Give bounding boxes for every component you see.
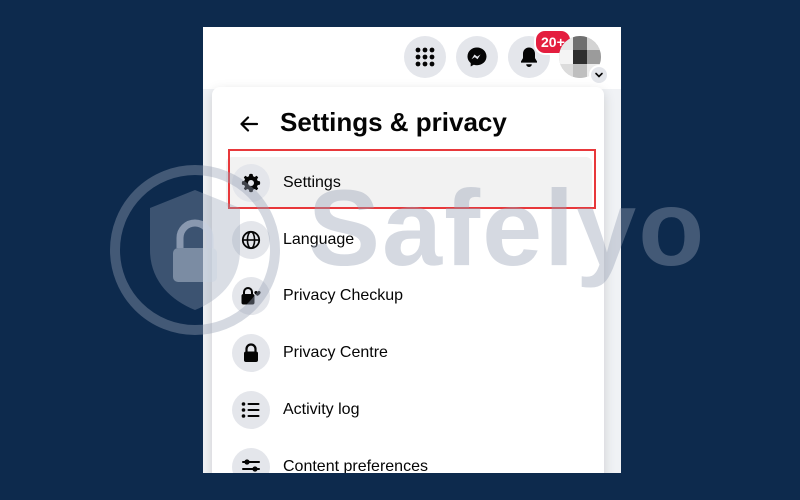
- menu-item-settings[interactable]: Settings: [226, 157, 592, 209]
- list-icon: [241, 402, 260, 418]
- menu-item-privacy-checkup[interactable]: Privacy Checkup: [226, 270, 592, 322]
- menu-item-activity-log[interactable]: Activity log: [226, 384, 592, 436]
- sliders-icon: [242, 459, 260, 472]
- menu-item-label: Content preferences: [283, 458, 428, 473]
- lock-heart-icon-wrap: [232, 277, 270, 315]
- menu-button[interactable]: [404, 36, 446, 78]
- back-button[interactable]: [234, 109, 264, 139]
- menu-item-label: Privacy Centre: [283, 344, 388, 361]
- menu-item-label: Activity log: [283, 401, 360, 418]
- menu-item-label: Language: [283, 231, 355, 248]
- menu-item-privacy-centre[interactable]: Privacy Centre: [226, 327, 592, 379]
- gear-icon-wrap: [232, 164, 270, 202]
- menu-item-label: Settings: [283, 174, 341, 191]
- lock-heart-icon: [241, 287, 261, 305]
- account-menu-toggle[interactable]: [589, 65, 609, 85]
- gear-icon: [241, 173, 261, 193]
- top-navigation-bar: 20+: [203, 27, 621, 89]
- back-arrow-icon: [240, 116, 259, 132]
- settings-privacy-panel: Settings & privacy Settings Language Pri…: [212, 87, 604, 473]
- chevron-down-icon: [595, 72, 603, 78]
- messenger-icon: [467, 47, 487, 67]
- lock-icon-wrap: [232, 334, 270, 372]
- menu-item-content-preferences[interactable]: Content preferences: [226, 441, 592, 473]
- globe-icon: [241, 230, 261, 250]
- sliders-icon-wrap: [232, 448, 270, 473]
- menu-item-language[interactable]: Language: [226, 214, 592, 266]
- apps-grid-icon: [415, 47, 435, 67]
- lock-icon: [244, 343, 258, 362]
- messenger-button[interactable]: [456, 36, 498, 78]
- globe-icon-wrap: [232, 221, 270, 259]
- facebook-window: 20+ Settings & privacy Settings Language…: [203, 27, 621, 473]
- panel-title: Settings & privacy: [280, 107, 507, 137]
- list-icon-wrap: [232, 391, 270, 429]
- menu-item-label: Privacy Checkup: [283, 287, 404, 304]
